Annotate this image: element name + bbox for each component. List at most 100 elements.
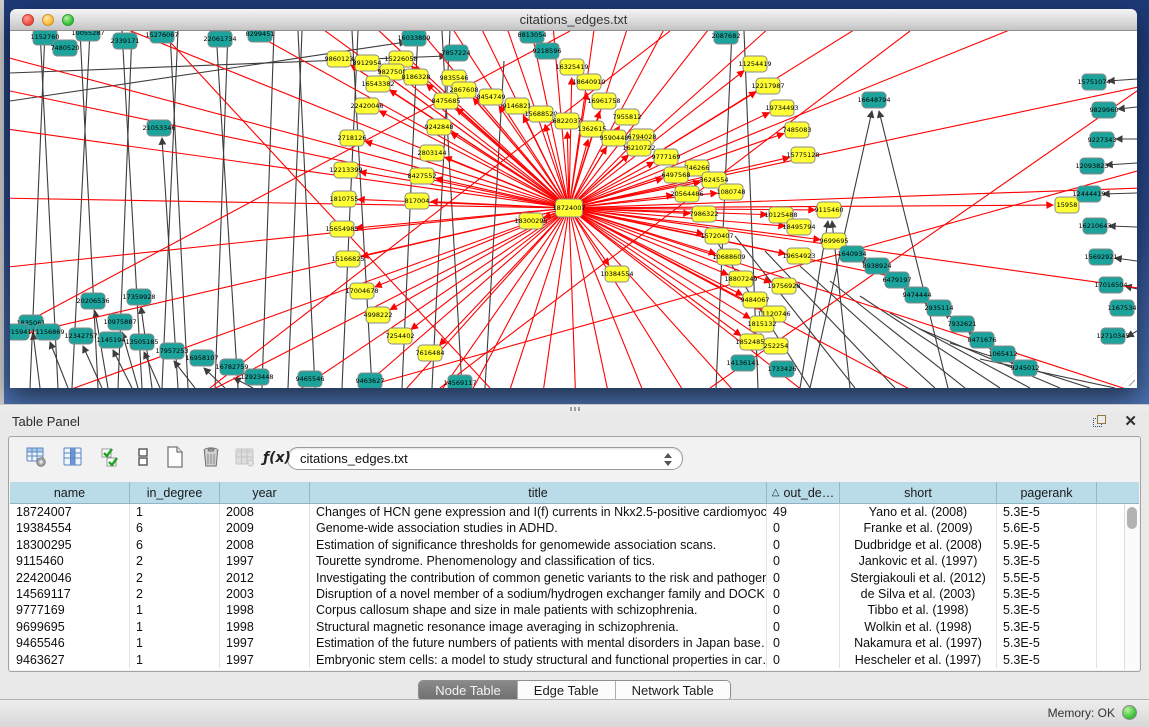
cell-year[interactable]: 2012	[220, 570, 310, 586]
graph-node[interactable]: 18300295	[514, 213, 547, 229]
graph-node[interactable]: 8938924	[863, 258, 892, 274]
network-window-titlebar[interactable]: citations_edges.txt	[10, 9, 1137, 31]
delete-table-button[interactable]	[231, 445, 259, 473]
select-rows-button[interactable]	[97, 445, 125, 473]
graph-node[interactable]: 1733426	[768, 361, 797, 377]
graph-node[interactable]: 7480520	[51, 40, 80, 56]
cell-out_degree[interactable]: 0	[767, 652, 840, 668]
table-row[interactable]: 1938455462009Genome-wide association stu…	[10, 520, 1139, 536]
graph-node[interactable]: 15276067	[145, 31, 178, 43]
graph-node[interactable]: 15775128	[786, 147, 819, 163]
graph-node[interactable]: 18807249	[724, 271, 757, 287]
cell-in_degree[interactable]: 2	[130, 570, 220, 586]
cell-out_degree[interactable]: 0	[767, 619, 840, 635]
table-row[interactable]: 977716911998Corpus callosum shape and si…	[10, 602, 1139, 618]
graph-node[interactable]: 12213399	[329, 162, 362, 178]
graph-node[interactable]: 7857224	[442, 45, 471, 61]
cell-in_degree[interactable]: 2	[130, 553, 220, 569]
cell-pagerank[interactable]: 5.3E-5	[997, 652, 1097, 668]
graph-node[interactable]: 1167534	[1108, 300, 1137, 316]
cell-title[interactable]: Tourette syndrome. Phenomenology and cla…	[310, 553, 767, 569]
table-row[interactable]: 1872400712008Changes of HCN gene express…	[10, 504, 1139, 520]
graph-node[interactable]: 12093823	[1075, 158, 1108, 174]
cell-out_degree[interactable]: 0	[767, 537, 840, 553]
graph-node[interactable]: 15692921	[1084, 249, 1117, 265]
cell-pagerank[interactable]: 5.9E-5	[997, 537, 1097, 553]
cell-short[interactable]: Franke et al. (2009)	[840, 520, 997, 536]
hub-node[interactable]: 18724007	[552, 199, 585, 217]
graph-node[interactable]: 6497568	[662, 167, 691, 183]
table-row[interactable]: 911546021997Tourette syndrome. Phenomeno…	[10, 553, 1139, 569]
graph-node[interactable]: 13505185	[125, 334, 158, 350]
graph-node[interactable]: 4998222	[364, 307, 393, 323]
trash-button[interactable]	[197, 445, 225, 473]
cell-pagerank[interactable]: 5.3E-5	[997, 504, 1097, 520]
cell-pagerank[interactable]: 5.3E-5	[997, 635, 1097, 651]
cell-pagerank[interactable]: 5.3E-5	[997, 619, 1097, 635]
cell-out_degree[interactable]: 0	[767, 520, 840, 536]
graph-node[interactable]: 12710345	[1096, 328, 1129, 344]
graph-node[interactable]: 10384554	[600, 266, 633, 282]
function-builder-button[interactable]: ƒ(x)	[261, 445, 289, 473]
cell-out_degree[interactable]: 0	[767, 586, 840, 602]
cell-title[interactable]: Disruption of a novel member of a sodium…	[310, 586, 767, 602]
graph-node[interactable]: 8471676	[968, 332, 997, 348]
column-header-out_degree[interactable]: △out_de…	[767, 482, 840, 503]
graph-node[interactable]: 14569117	[443, 375, 476, 388]
graph-node[interactable]: 9465546	[296, 371, 325, 387]
graph-node[interactable]: 8186328	[402, 69, 431, 85]
graph-node[interactable]: 3915941	[10, 324, 31, 340]
graph-node[interactable]: 7932621	[948, 316, 977, 332]
graph-node[interactable]: 11156869	[31, 324, 64, 340]
cell-out_degree[interactable]: 0	[767, 635, 840, 651]
cell-year[interactable]: 2008	[220, 537, 310, 553]
cell-pagerank[interactable]: 5.3E-5	[997, 586, 1097, 602]
cell-in_degree[interactable]: 6	[130, 520, 220, 536]
cell-title[interactable]: Estimation of significance thresholds fo…	[310, 537, 767, 553]
graph-node[interactable]: 1080748	[717, 184, 746, 200]
cell-name[interactable]: 9777169	[10, 602, 130, 618]
float-panel-button[interactable]	[1093, 415, 1109, 431]
cell-year[interactable]: 1997	[220, 553, 310, 569]
table-row[interactable]: 969969511998Structural magnetic resonanc…	[10, 619, 1139, 635]
cell-short[interactable]: Tibbo et al. (1998)	[840, 602, 997, 618]
graph-node[interactable]: 17016504	[1094, 277, 1127, 293]
cell-out_degree[interactable]: 0	[767, 570, 840, 586]
graph-node[interactable]: 17004678	[345, 283, 378, 299]
graph-node[interactable]: 9777169	[652, 149, 681, 165]
panel-resize-handle[interactable]	[0, 404, 1149, 412]
graph-node[interactable]: 17359928	[122, 289, 155, 305]
cell-year[interactable]: 1997	[220, 635, 310, 651]
column-header-pagerank[interactable]: pagerank	[997, 482, 1097, 503]
graph-node[interactable]: 10055287	[71, 31, 104, 41]
cell-name[interactable]: 18724007	[10, 504, 130, 520]
cell-title[interactable]: Changes of HCN gene expression and I(f) …	[310, 504, 767, 520]
graph-node[interactable]: 6479197	[883, 272, 912, 288]
graph-node[interactable]: 7955812	[613, 109, 642, 125]
table-column-button[interactable]	[59, 445, 87, 473]
graph-node[interactable]: 7254402	[386, 328, 415, 344]
table-row[interactable]: 1456911722003Disruption of a novel membe…	[10, 586, 1139, 602]
graph-node[interactable]: 9829960	[1090, 102, 1119, 118]
graph-node[interactable]: 252254	[764, 338, 789, 354]
table-row[interactable]: 2242004622012Investigating the contribut…	[10, 570, 1139, 586]
graph-node[interactable]: 16543382	[361, 76, 394, 92]
cell-in_degree[interactable]: 1	[130, 652, 220, 668]
graph-node[interactable]: 10975887	[103, 314, 136, 330]
graph-node[interactable]: 16648794	[857, 92, 890, 108]
graph-node[interactable]: 2087682	[712, 31, 741, 44]
graph-node[interactable]: 14136141	[726, 355, 759, 371]
graph-node[interactable]: 10688609	[712, 249, 745, 265]
cell-out_degree[interactable]: 0	[767, 602, 840, 618]
graph-node[interactable]: 8813054	[518, 31, 547, 43]
graph-node[interactable]: 16033809	[397, 31, 430, 46]
graph-node[interactable]: 9245012	[1011, 360, 1040, 376]
graph-node[interactable]: 9474444	[903, 287, 932, 303]
column-header-name[interactable]: name	[10, 482, 130, 503]
cell-title[interactable]: Corpus callosum shape and size in male p…	[310, 602, 767, 618]
cell-in_degree[interactable]: 1	[130, 602, 220, 618]
graph-node[interactable]: 9227343	[1088, 132, 1117, 148]
graph-node[interactable]: 16210643	[1078, 218, 1111, 234]
cell-year[interactable]: 2003	[220, 586, 310, 602]
cell-short[interactable]: Hescheler et al. (1997)	[840, 652, 997, 668]
